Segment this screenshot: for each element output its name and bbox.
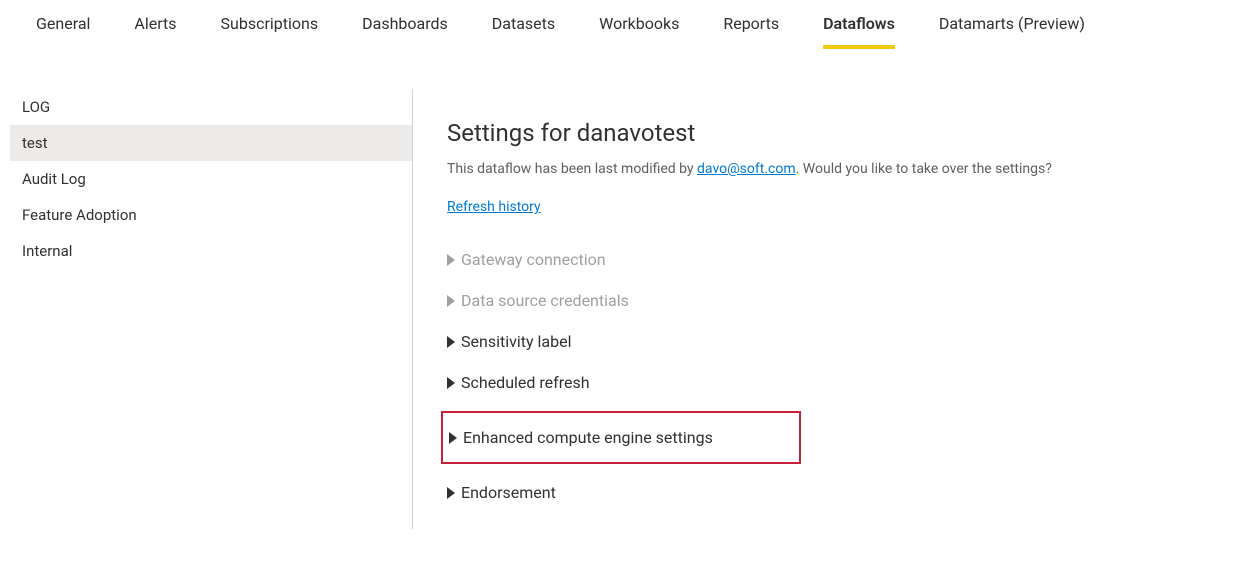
tab-bar: General Alerts Subscriptions Dashboards … [0,0,1252,49]
caret-right-icon [447,254,455,266]
sidebar: LOG test Audit Log Feature Adoption Inte… [0,89,413,529]
accordion-gateway-connection[interactable]: Gateway connection [447,239,1218,280]
caret-right-icon [447,487,455,499]
accordion-enhanced-compute-engine[interactable]: Enhanced compute engine settings [445,419,797,456]
accordion-label: Enhanced compute engine settings [463,428,713,447]
tab-datamarts[interactable]: Datamarts (Preview) [939,14,1085,49]
caret-right-icon [447,377,455,389]
sidebar-item-feature-adoption[interactable]: Feature Adoption [10,197,412,233]
accordion-sensitivity-label[interactable]: Sensitivity label [447,321,1218,362]
subtitle: This dataflow has been last modified by … [447,161,1218,177]
subtitle-after: . Would you like to take over the settin… [796,161,1052,177]
caret-right-icon [447,336,455,348]
tab-dashboards[interactable]: Dashboards [362,14,448,49]
tab-subscriptions[interactable]: Subscriptions [221,14,319,49]
tab-datasets[interactable]: Datasets [492,14,555,49]
refresh-history-link[interactable]: Refresh history [447,199,541,215]
accordion-label: Scheduled refresh [461,373,590,392]
caret-right-icon [449,432,457,444]
highlight-box: Enhanced compute engine settings [441,411,801,464]
accordion-data-source-credentials[interactable]: Data source credentials [447,280,1218,321]
owner-email-link[interactable]: davo@soft.com [697,161,796,177]
accordion-label: Sensitivity label [461,332,571,351]
main-content: Settings for danavotest This dataflow ha… [413,89,1252,529]
tab-dataflows[interactable]: Dataflows [823,14,895,49]
caret-right-icon [447,295,455,307]
tab-general[interactable]: General [36,14,90,49]
tab-workbooks[interactable]: Workbooks [599,14,679,49]
accordion-endorsement[interactable]: Endorsement [447,472,1218,513]
accordion-label: Data source credentials [461,291,629,310]
sidebar-item-log[interactable]: LOG [10,89,412,125]
tab-alerts[interactable]: Alerts [134,14,176,49]
sidebar-item-test[interactable]: test [10,125,412,161]
accordion-scheduled-refresh[interactable]: Scheduled refresh [447,362,1218,403]
sidebar-item-internal[interactable]: Internal [10,233,412,269]
accordion-label: Gateway connection [461,250,606,269]
subtitle-before: This dataflow has been last modified by [447,161,697,177]
sidebar-item-audit-log[interactable]: Audit Log [10,161,412,197]
tab-reports[interactable]: Reports [723,14,779,49]
accordion-label: Endorsement [461,483,556,502]
page-title: Settings for danavotest [447,119,1218,147]
